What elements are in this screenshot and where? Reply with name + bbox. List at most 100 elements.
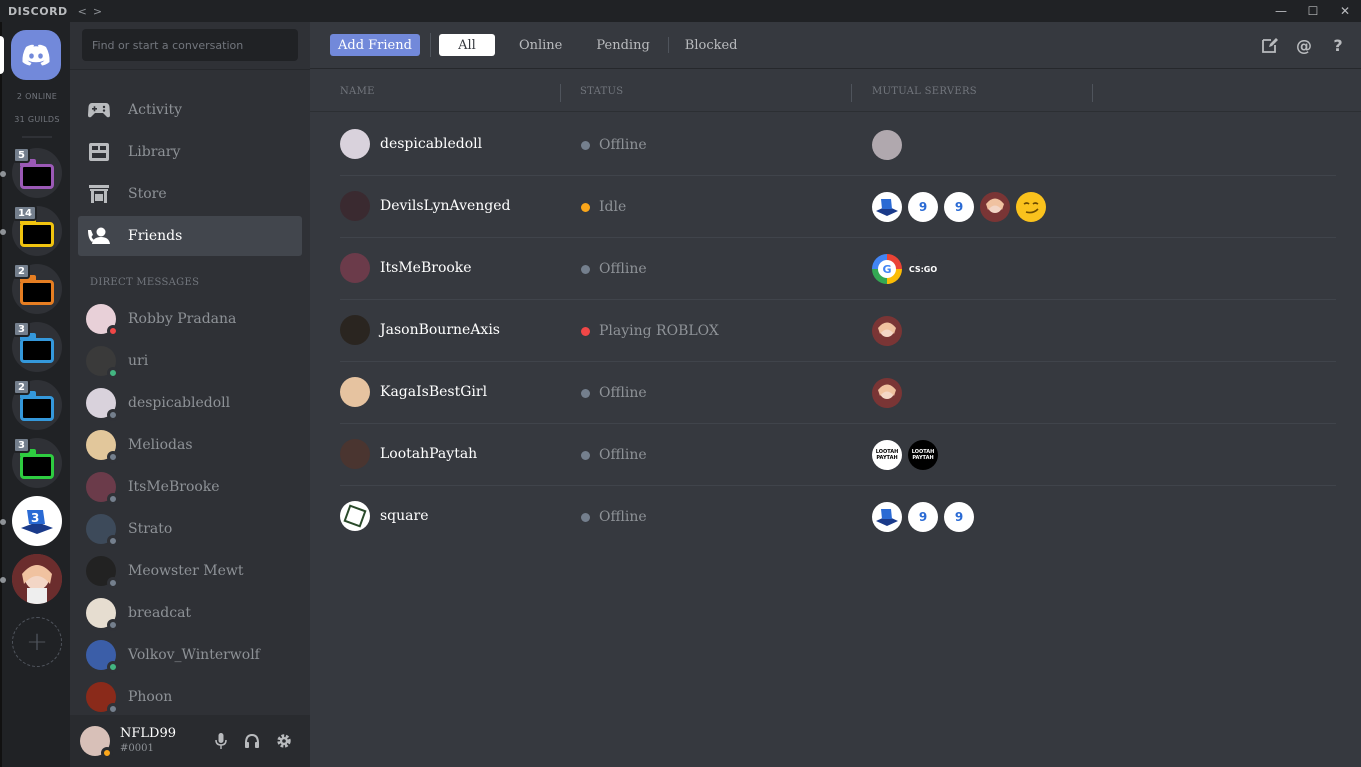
dm-item[interactable]: Meowster Mewt [78,551,302,591]
guild-icon-3d[interactable]: 3 [12,496,62,546]
server-icon-3d[interactable] [872,192,902,222]
status-online-icon [107,661,119,673]
nav-activity[interactable]: Activity [78,90,302,130]
friend-row[interactable]: DevilsLynAvenged Idle 9 9 [340,176,1336,238]
dm-item[interactable]: Volkov_Winterwolf [78,635,302,675]
tab-all[interactable]: All [438,34,495,56]
dm-item[interactable]: ItsMeBrooke [78,467,302,507]
column-name[interactable]: NAME [340,86,375,97]
search-input[interactable]: Find or start a conversation [82,29,298,61]
nav-library[interactable]: Library [78,132,302,172]
dm-item[interactable]: Phoon [78,677,302,717]
avatar [340,191,370,221]
store-icon [88,183,110,205]
guild-folder[interactable]: 2 [12,263,62,314]
avatar [86,388,119,421]
help-icon[interactable]: ? [1329,34,1347,56]
close-button[interactable]: ✕ [1329,0,1361,22]
server-icon-anime[interactable] [872,130,902,160]
server-icon-g9[interactable]: 9 [944,192,974,222]
back-arrow-icon[interactable]: < [78,5,87,18]
friend-name: square [380,508,429,524]
dm-item[interactable]: Robby Pradana [78,299,302,339]
unread-dot [0,577,6,583]
server-icon-g9[interactable]: 9 [944,502,974,532]
dm-sidebar: Find or start a conversation Activity Li… [70,22,310,767]
maximize-button[interactable]: ☐ [1297,0,1329,22]
mentions-icon[interactable]: @ [1295,34,1313,56]
status-text: Idle [599,199,627,215]
minimize-button[interactable]: — [1265,0,1297,22]
guild-count: 31 GUILDS [14,115,60,124]
server-icon-g9[interactable]: 9 [908,502,938,532]
dm-item[interactable]: breadcat [78,593,302,633]
guild-folder[interactable]: 2 [12,379,62,430]
server-icon-anime[interactable] [980,192,1010,222]
avatar [340,315,370,345]
home-button[interactable] [11,30,61,80]
smirk-emoji-icon[interactable] [1016,192,1046,222]
friend-status: Idle [581,199,626,215]
column-mutual-servers[interactable]: MUTUAL SERVERS [872,86,977,97]
server-icon-lootah-black[interactable]: LOOTAH PAYTAH [908,440,938,470]
server-icon-anime[interactable] [872,378,902,408]
friend-row[interactable]: KagaIsBestGirl Offline [340,362,1336,424]
status-offline-icon [581,450,590,460]
tab-blocked[interactable]: Blocked [677,34,746,56]
tab-pending[interactable]: Pending [588,34,657,56]
server-icon-google[interactable]: G [872,254,902,284]
avatar [86,598,119,631]
guild-folder[interactable]: 14 [12,205,62,256]
friend-row[interactable]: despicabledoll Offline [340,114,1336,176]
dm-item[interactable]: Strato [78,509,302,549]
guild-folder[interactable]: 3 [12,321,62,372]
server-icon-csgo[interactable]: CS:GO [908,254,938,284]
status-dnd-icon [107,325,119,337]
friend-row[interactable]: ItsMeBrooke Offline G CS:GO [340,238,1336,300]
server-icon-anime[interactable] [872,316,902,346]
avatar [86,556,119,589]
forward-arrow-icon[interactable]: > [93,5,102,18]
microphone-icon[interactable] [210,730,232,752]
title-bar: DISCORD < > — ☐ ✕ [0,0,1361,22]
server-icon-g9[interactable]: 9 [908,192,938,222]
server-icon-3d[interactable] [872,502,902,532]
user-avatar[interactable] [80,726,113,759]
dm-item[interactable]: uri [78,341,302,381]
status-online-icon [107,367,119,379]
headphones-icon[interactable] [241,730,263,752]
guild-folder[interactable]: 3 [12,437,62,488]
gear-icon[interactable] [273,730,295,752]
new-group-dm-icon[interactable] [1261,34,1279,56]
dm-item[interactable]: Meliodas [78,425,302,465]
nav-store[interactable]: Store [78,174,302,214]
friends-table-header: NAME STATUS MUTUAL SERVERS [310,70,1361,112]
mention-badge: 2 [13,263,30,279]
nav-friends[interactable]: Friends [78,216,302,256]
svg-text:3: 3 [31,511,39,525]
library-icon [88,141,110,163]
avatar [340,129,370,159]
dm-item[interactable]: despicabledoll [78,383,302,423]
friend-row[interactable]: LootahPaytah Offline LOOTAH PAYTAH LOOTA… [340,424,1336,486]
avatar [340,501,370,531]
friend-row[interactable]: JasonBourneAxis Playing ROBLOX [340,300,1336,362]
scrollbar[interactable] [1352,113,1358,143]
gamepad-icon [88,99,110,121]
blue-3d-logo-icon: 3 [21,510,53,534]
status-dnd-icon [581,326,590,336]
status-text: Playing ROBLOX [599,323,719,339]
dm-name: breadcat [128,605,192,621]
status-text: Offline [599,261,647,277]
column-status[interactable]: STATUS [580,86,623,97]
guild-folder[interactable]: 5 [12,147,62,198]
add-guild-button[interactable]: + [12,617,62,667]
guild-icon-anime[interactable] [12,554,62,604]
tab-online[interactable]: Online [511,34,570,56]
add-friend-button[interactable]: Add Friend [330,34,420,56]
server-icon-lootah-white[interactable]: LOOTAH PAYTAH [872,440,902,470]
friend-status: Offline [581,385,647,401]
friend-row[interactable]: square Offline 9 9 [340,486,1336,548]
avatar [86,430,119,463]
status-offline-icon [107,493,119,505]
